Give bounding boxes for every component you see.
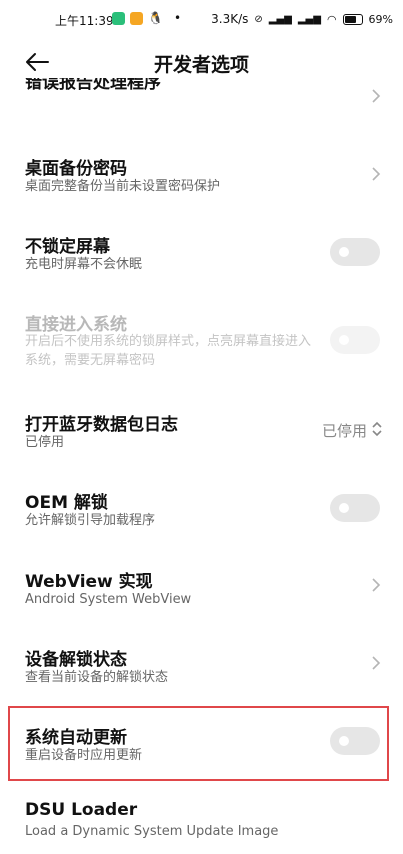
list-item-dsu-loader[interactable]: DSU Loader Load a Dynamic System Update … [0, 797, 403, 853]
app-notification-icon [130, 11, 143, 25]
list-item-stay-awake: 不锁定屏幕 充电时屏幕不会休眠 [0, 226, 403, 282]
item-subtitle: 查看当前设备的解锁状态 [25, 670, 169, 685]
list-item-desktop-backup-password[interactable]: 桌面备份密码 桌面完整备份当前未设置密码保护 [0, 148, 403, 204]
notification-icons: 🐧 • [112, 11, 181, 25]
item-title: 不锁定屏幕 [25, 237, 110, 257]
list-item-device-unlock-status[interactable]: 设备解锁状态 查看当前设备的解锁状态 [0, 639, 403, 695]
signal-icon: ▂▄▆ [268, 13, 292, 25]
list-item-bluetooth-hci-log[interactable]: 打开蓝牙数据包日志 已停用 已停用 [0, 404, 403, 460]
app-notification-icon [112, 11, 125, 25]
chevron-right-icon [372, 167, 381, 181]
list-item-webview-implementation[interactable]: WebView 实现 Android System WebView [0, 561, 403, 617]
list-item-bug-report-handler[interactable]: 错误报告处理程序 [0, 78, 403, 118]
volte-icon: ⊘ [254, 13, 263, 25]
battery-icon [342, 13, 363, 25]
item-title: 错误报告处理程序 [25, 78, 161, 93]
stay-awake-toggle[interactable] [330, 238, 380, 266]
highlight-box [8, 706, 389, 781]
item-title: 设备解锁状态 [25, 650, 127, 670]
item-subtitle: 开启后不使用系统的锁屏样式，点亮屏幕直接进入系统，需要无屏幕密码 [25, 334, 312, 368]
chevron-right-icon [372, 89, 381, 103]
item-title: 桌面备份密码 [25, 159, 127, 179]
item-subtitle: 已停用 [25, 435, 65, 450]
page-title: 开发者选项 [153, 54, 249, 76]
item-subtitle: 桌面完整备份当前未设置密码保护 [25, 179, 221, 194]
direct-enter-system-toggle[interactable] [330, 326, 380, 354]
battery-level: 69% [368, 12, 393, 26]
item-title: OEM 解锁 [25, 493, 108, 513]
item-title: WebView 实现 [25, 572, 153, 592]
item-subtitle: Load a Dynamic System Update Image [25, 824, 279, 839]
oem-unlock-toggle[interactable] [330, 494, 380, 522]
more-notifications-icon: • [173, 11, 182, 25]
net-speed: 3.3K/s [211, 12, 249, 26]
chevron-right-icon [372, 578, 381, 592]
dropdown-updown-icon [372, 421, 382, 437]
signal-icon: ▂▄▆ [297, 13, 321, 25]
wifi-icon: ◠ [326, 12, 337, 26]
bluetooth-log-value: 已停用 [321, 422, 367, 440]
item-title: DSU Loader [25, 800, 138, 820]
status-time: 上午11:39 [55, 14, 114, 28]
list-item-oem-unlock: OEM 解锁 允许解锁引导加载程序 [0, 482, 403, 538]
item-subtitle: 允许解锁引导加载程序 [25, 513, 156, 528]
status-right: 3.3K/s ⊘ ▂▄▆ ▂▄▆ ◠ 69% [211, 12, 393, 26]
item-subtitle: Android System WebView [25, 592, 192, 607]
qq-icon: 🐧 [148, 11, 163, 25]
status-bar: 上午11:39 🐧 • 3.3K/s ⊘ ▂▄▆ ▂▄▆ ◠ 69% [0, 0, 403, 40]
chevron-right-icon [372, 656, 381, 670]
item-subtitle: 充电时屏幕不会休眠 [25, 257, 143, 272]
item-title: 打开蓝牙数据包日志 [25, 415, 178, 435]
list-item-direct-enter-system: 直接进入系统 开启后不使用系统的锁屏样式，点亮屏幕直接进入系统，需要无屏幕密码 [0, 306, 403, 376]
